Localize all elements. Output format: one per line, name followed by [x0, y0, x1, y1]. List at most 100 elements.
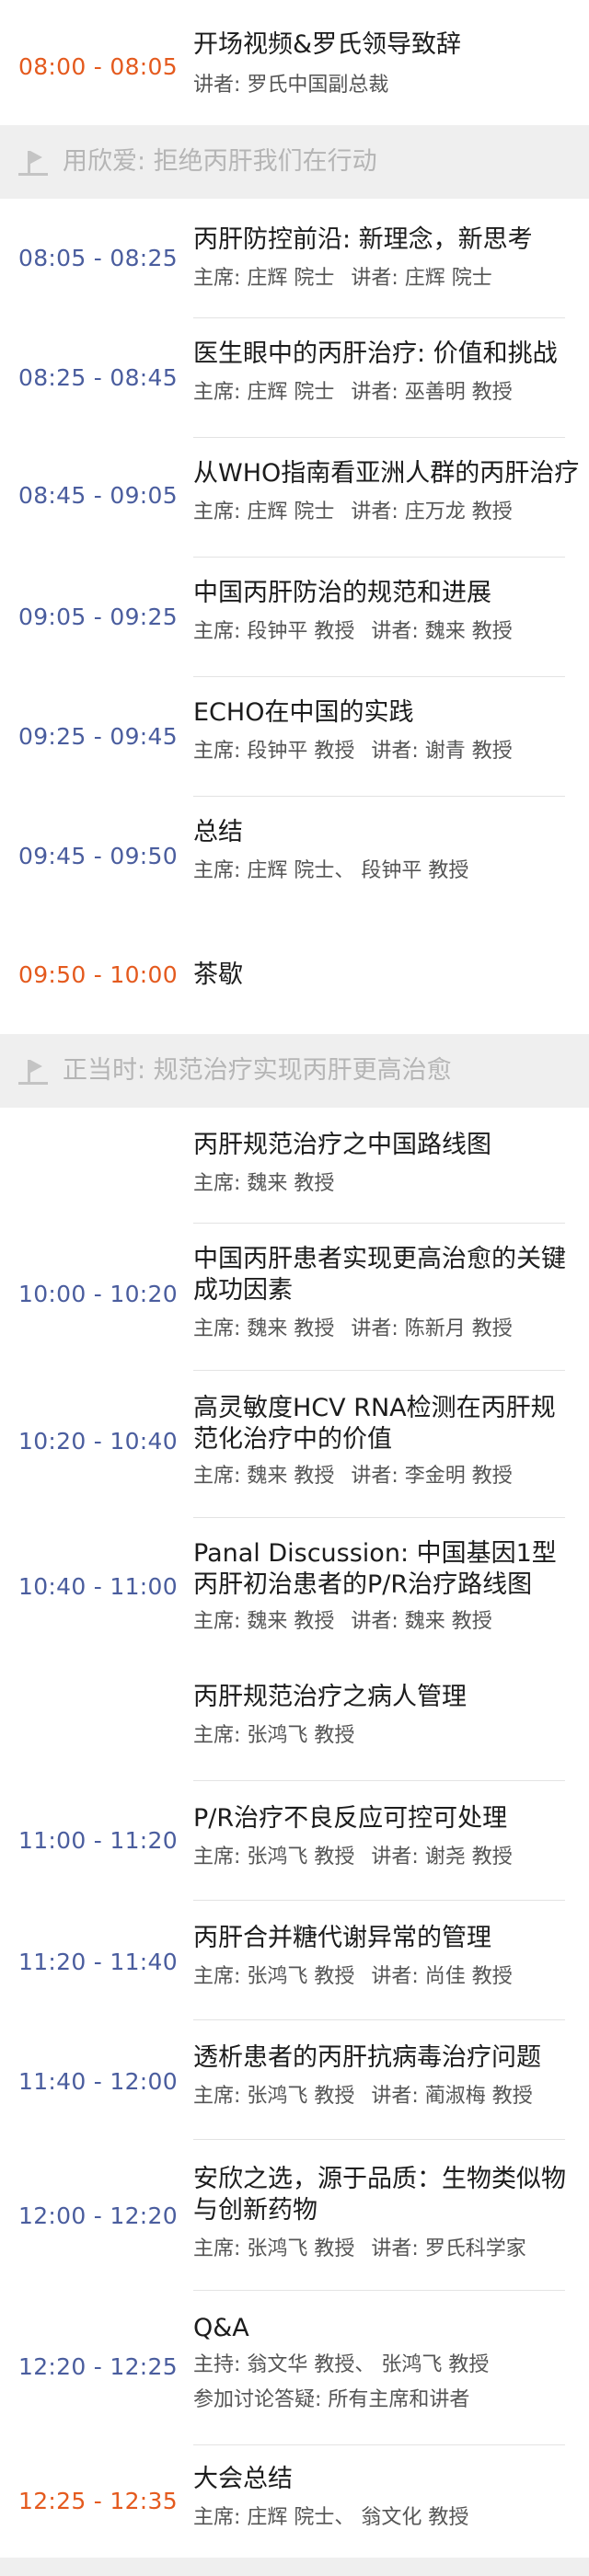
session-title: 总结	[193, 818, 243, 846]
time-slot: 08:25 - 08:45	[18, 364, 178, 391]
chair: 主席: 庄辉 院士	[193, 500, 335, 523]
agenda-item-summary[interactable]: 09:45 - 09:50 总结 主席: 庄辉 院士、 段钟平 教授	[0, 797, 589, 916]
speaker: 讲者: 罗氏科学家	[371, 2237, 526, 2260]
speaker: 讲者: 李金明 教授	[351, 1465, 513, 1488]
chair-speaker-line: 主席: 魏来 教授 讲者: 陈新月 教授	[193, 1316, 580, 1343]
time-slot: 10:00 - 10:20	[18, 1281, 178, 1307]
chair-speaker-line: 主席: 段钟平 教授 讲者: 魏来 教授	[193, 618, 580, 646]
speaker: 讲者: 魏来 教授	[371, 620, 513, 643]
chair-speaker-line: 主席: 张鸿飞 教授 讲者: 谢尧 教授	[193, 1844, 580, 1871]
time-slot: 08:05 - 08:25	[18, 245, 178, 271]
agenda-item[interactable]: 08:45 - 09:05 从WHO指南看亚洲人群的丙肝治疗 主席: 庄辉 院士…	[0, 438, 589, 558]
section-title: 正当时: 规范治疗实现丙肝更高治愈	[63, 1056, 452, 1085]
time-slot: 10:20 - 10:40	[18, 1428, 178, 1455]
chair: 主席: 张鸿飞 教授	[193, 1846, 355, 1869]
agenda-item[interactable]: 11:00 - 11:20 P/R治疗不良反应可控可处理 主席: 张鸿飞 教授讲…	[0, 1781, 589, 1901]
session-title: 中国丙肝防治的规范和进展	[193, 579, 491, 607]
speaker: 讲者: 庄万龙 教授	[351, 500, 513, 523]
time-slot: 08:00 - 08:05	[18, 53, 178, 80]
sub-session-title: 丙肝规范治疗之中国路线图	[193, 1131, 491, 1159]
chair: 主席: 张鸿飞 教授	[193, 2237, 355, 2260]
agenda-item-panel-discussion[interactable]: 10:40 - 11:00 Panal Discussion: 中国基因1型丙肝…	[0, 1518, 589, 1665]
speaker: 讲者: 罗氏中国副总裁	[193, 74, 389, 97]
speaker: 讲者: 魏来 教授	[351, 1610, 492, 1633]
session-title: 从WHO指南看亚洲人群的丙肝治疗	[193, 459, 580, 488]
agenda-item[interactable]: 09:05 - 09:25 中国丙肝防治的规范和进展 主席: 段钟平 教授 讲者:…	[0, 558, 589, 677]
chair-speaker-line: 主席: 庄辉 院士 讲者: 庄辉 院士	[193, 265, 580, 293]
section-header-1: 用欣爱: 拒绝丙肝我们在行动	[0, 125, 589, 199]
agenda-item[interactable]: 10:20 - 10:40 高灵敏度HCV RNA检测在丙肝规范化治疗中的价值 …	[0, 1371, 589, 1518]
chair-speaker-line: 主席: 魏来 教授 讲者: 魏来 教授	[193, 1608, 580, 1636]
speaker: 讲者: 陈新月 教授	[351, 1317, 513, 1340]
chair-line: 主席: 张鸿飞 教授	[193, 1722, 580, 1750]
agenda-item[interactable]: 10:00 - 10:20 中国丙肝患者实现更高治愈的关键成功因素 主席: 魏来…	[0, 1224, 589, 1371]
time-slot: 09:45 - 09:50	[18, 843, 178, 869]
chair: 主席: 张鸿飞 教授	[193, 2085, 355, 2108]
chair-line: 主席: 魏来 教授	[193, 1170, 580, 1198]
agenda-item[interactable]: 08:05 - 08:25 丙肝防控前沿: 新理念，新思考 主席: 庄辉 院士讲…	[0, 199, 589, 318]
agenda-item-closing[interactable]: 12:25 - 12:35 大会总结 主席: 庄辉 院士、 翁文化 教授	[0, 2445, 589, 2558]
time-slot: 11:40 - 12:00	[18, 2068, 178, 2095]
time-slot: 12:25 - 12:35	[18, 2488, 178, 2514]
speaker-line: 讲者: 罗氏中国副总裁	[193, 72, 580, 99]
speaker: 讲者: 蔺淑梅 教授	[371, 2085, 533, 2108]
agenda-item[interactable]: 08:25 - 08:45 医生眼中的丙肝治疗: 价值和挑战 主席: 庄辉 院士…	[0, 318, 589, 438]
time-slot: 12:00 - 12:20	[18, 2202, 178, 2229]
chair: 主席: 魏来 教授	[193, 1610, 335, 1633]
section-title: 用欣爱: 拒绝丙肝我们在行动	[63, 147, 377, 176]
time-slot: 09:25 - 09:45	[18, 723, 178, 750]
time-slot: 12:20 - 12:25	[18, 2353, 178, 2380]
chair: 主席: 庄辉 院士、 翁文化 教授	[193, 2506, 469, 2529]
time-slot: 09:50 - 10:00	[18, 961, 178, 988]
agenda-item[interactable]: 11:20 - 11:40 丙肝合并糖代谢异常的管理 主席: 张鸿飞 教授 讲者:…	[0, 1901, 589, 2020]
agenda-item-opening[interactable]: 08:00 - 08:05 开场视频&罗氏领导致辞 讲者: 罗氏中国副总裁	[0, 0, 589, 125]
chair-speaker-line: 主席: 张鸿飞 教授 讲者: 尚佳 教授	[193, 1963, 580, 1991]
speaker: 讲者: 谢尧 教授	[371, 1846, 513, 1869]
speaker: 讲者: 尚佳 教授	[371, 1965, 513, 1988]
session-title: 开场视频&罗氏领导致辞	[193, 30, 462, 59]
speaker: 讲者: 巫善明 教授	[351, 381, 513, 404]
sub-session-header[interactable]: 丙肝规范治疗之病人管理 主席: 张鸿飞 教授	[0, 1665, 589, 1781]
session-title: ECHO在中国的实践	[193, 698, 414, 727]
chair: 主席: 庄辉 院士	[193, 267, 335, 290]
time-slot: 09:05 - 09:25	[18, 604, 178, 630]
chair-speaker-line: 主席: 庄辉 院士 讲者: 巫善明 教授	[193, 379, 580, 407]
agenda-item-tea-break[interactable]: 09:50 - 10:00 茶歇	[0, 916, 589, 1034]
note: 参加讨论答疑: 所有主席和讲者	[193, 2388, 470, 2411]
time-slot: 10:40 - 11:00	[18, 1573, 178, 1600]
session-title: 丙肝合并糖代谢异常的管理	[193, 1924, 491, 1952]
session-title: 透析患者的丙肝抗病毒治疗问题	[193, 2043, 541, 2072]
chair-line: 主席: 庄辉 院士、 段钟平 教授	[193, 857, 580, 885]
chair-speaker-line: 主席: 魏来 教授 讲者: 李金明 教授	[193, 1463, 580, 1490]
discussion-note: 参加讨论答疑: 所有主席和讲者	[193, 2386, 580, 2414]
sub-session-header[interactable]: 丙肝规范治疗之中国路线图 主席: 魏来 教授	[0, 1108, 589, 1224]
agenda-item[interactable]: 12:00 - 12:20 安欣之选，源于品质：生物类似物与创新药物 主席: 张…	[0, 2140, 589, 2291]
session-title: 医生眼中的丙肝治疗: 价值和挑战	[193, 339, 558, 368]
section-header-2: 正当时: 规范治疗实现丙肝更高治愈	[0, 1034, 589, 1108]
session-title: 安欣之选，源于品质：生物类似物与创新药物	[193, 2165, 566, 2225]
session-title: 大会总结	[193, 2465, 293, 2493]
chair-speaker-line: 主席: 庄辉 院士 讲者: 庄万龙 教授	[193, 499, 580, 526]
chair: 主席: 张鸿飞 教授	[193, 1965, 355, 1988]
time-slot: 11:20 - 11:40	[18, 1949, 178, 1975]
agenda-item[interactable]: 09:25 - 09:45 ECHO在中国的实践 主席: 段钟平 教授 讲者: 谢…	[0, 677, 589, 797]
speaker: 讲者: 谢青 教授	[371, 740, 513, 763]
session-title: 中国丙肝患者实现更高治愈的关键成功因素	[193, 1245, 566, 1305]
host: 主持: 翁文华 教授、 张鸿飞 教授	[193, 2353, 490, 2376]
session-title: 茶歇	[193, 960, 243, 989]
chair-line: 主席: 庄辉 院士、 翁文化 教授	[193, 2504, 580, 2532]
session-title: 高灵敏度HCV RNA检测在丙肝规范化治疗中的价值	[193, 1394, 556, 1454]
session-title: Q&A	[193, 2314, 249, 2342]
time-slot: 08:45 - 09:05	[18, 482, 178, 509]
sub-session-title: 丙肝规范治疗之病人管理	[193, 1683, 467, 1711]
chair-speaker-line: 主席: 段钟平 教授 讲者: 谢青 教授	[193, 738, 580, 765]
chair: 主席: 庄辉 院士、 段钟平 教授	[193, 859, 469, 882]
chair-speaker-line: 主席: 张鸿飞 教授 讲者: 蔺淑梅 教授	[193, 2083, 580, 2110]
agenda-item[interactable]: 11:40 - 12:00 透析患者的丙肝抗病毒治疗问题 主席: 张鸿飞 教授讲…	[0, 2020, 589, 2140]
chair: 主席: 段钟平 教授	[193, 620, 355, 643]
session-title: 丙肝防控前沿: 新理念，新思考	[193, 225, 533, 254]
host-line: 主持: 翁文华 教授、 张鸿飞 教授	[193, 2352, 580, 2379]
agenda-item-qa[interactable]: 12:20 - 12:25 Q&A 主持: 翁文华 教授、 张鸿飞 教授 参加讨…	[0, 2291, 589, 2445]
speaker: 讲者: 庄辉 院士	[351, 267, 492, 290]
flag-icon	[18, 151, 48, 176]
